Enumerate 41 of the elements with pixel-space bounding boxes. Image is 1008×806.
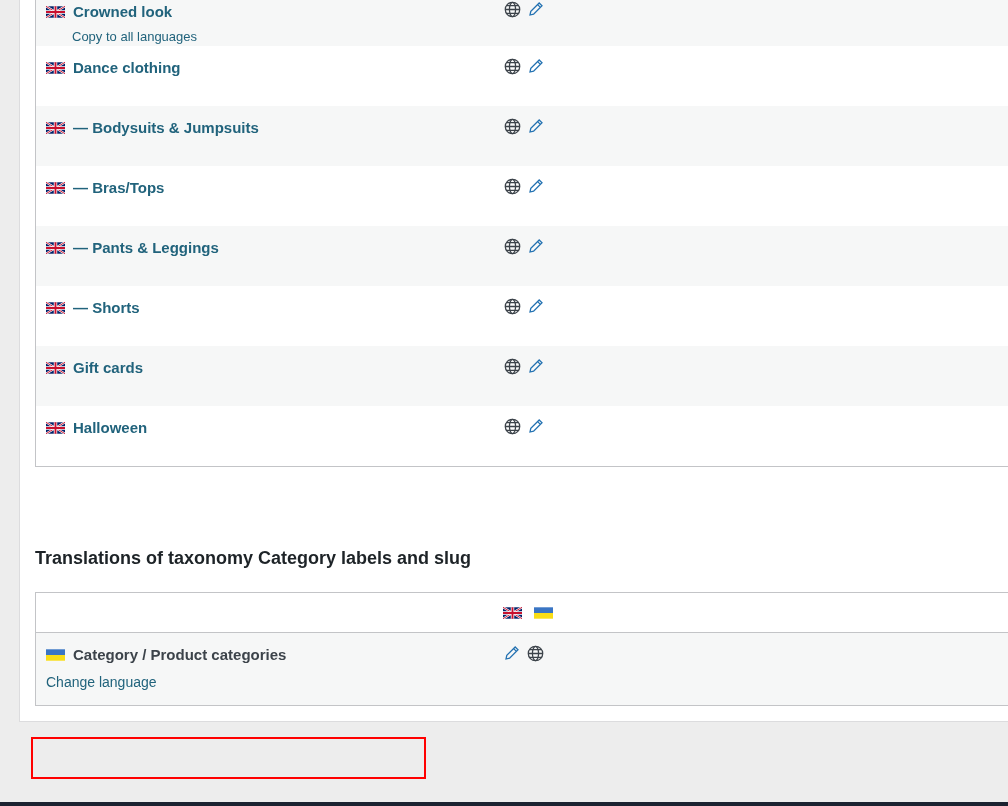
edit-icon[interactable] xyxy=(528,298,544,314)
category-link[interactable]: Gift cards xyxy=(73,359,144,376)
globe-icon[interactable] xyxy=(504,178,521,195)
edit-icon[interactable] xyxy=(528,1,544,17)
taxonomy-label: Category / Product categories xyxy=(73,646,287,663)
category-link[interactable]: Crowned look xyxy=(73,3,173,20)
change-language-link[interactable]: Change language xyxy=(46,672,504,693)
category-link[interactable]: — Bodysuits & Jumpsuits xyxy=(73,119,259,136)
uk-flag-icon xyxy=(46,302,65,314)
section-heading: Translations of taxonomy Category labels and slug xyxy=(35,547,473,570)
uk-flag-icon xyxy=(46,6,65,18)
edit-icon[interactable] xyxy=(528,418,544,434)
uk-flag-icon xyxy=(46,122,65,134)
category-link[interactable]: — Bras/Tops xyxy=(73,179,165,196)
uk-flag-icon xyxy=(503,606,522,619)
globe-icon[interactable] xyxy=(504,298,521,315)
edit-icon[interactable] xyxy=(528,178,544,194)
uk-flag-icon xyxy=(46,422,65,434)
ukraine-flag-icon xyxy=(46,649,65,661)
category-link[interactable]: Halloween xyxy=(73,419,148,436)
edit-icon[interactable] xyxy=(528,358,544,374)
edit-icon[interactable] xyxy=(504,645,520,661)
uk-flag-icon xyxy=(46,62,65,74)
globe-icon[interactable] xyxy=(504,118,521,135)
globe-icon[interactable] xyxy=(527,645,544,662)
category-link[interactable]: Dance clothing xyxy=(73,59,181,76)
edit-icon[interactable] xyxy=(528,58,544,74)
globe-icon[interactable] xyxy=(504,418,521,435)
ukraine-flag-icon xyxy=(534,606,553,619)
globe-icon[interactable] xyxy=(504,238,521,255)
copy-link[interactable]: Copy to all languages xyxy=(72,27,198,47)
uk-flag-icon xyxy=(46,242,65,254)
globe-icon[interactable] xyxy=(504,58,521,75)
category-link[interactable]: — Shorts xyxy=(73,299,140,316)
globe-icon[interactable] xyxy=(504,1,521,18)
edit-icon[interactable] xyxy=(528,238,544,254)
uk-flag-icon xyxy=(46,182,65,194)
category-link[interactable]: — Pants & Leggings xyxy=(73,239,219,256)
uk-flag-icon xyxy=(46,362,65,374)
edit-icon[interactable] xyxy=(528,118,544,134)
globe-icon[interactable] xyxy=(504,358,521,375)
